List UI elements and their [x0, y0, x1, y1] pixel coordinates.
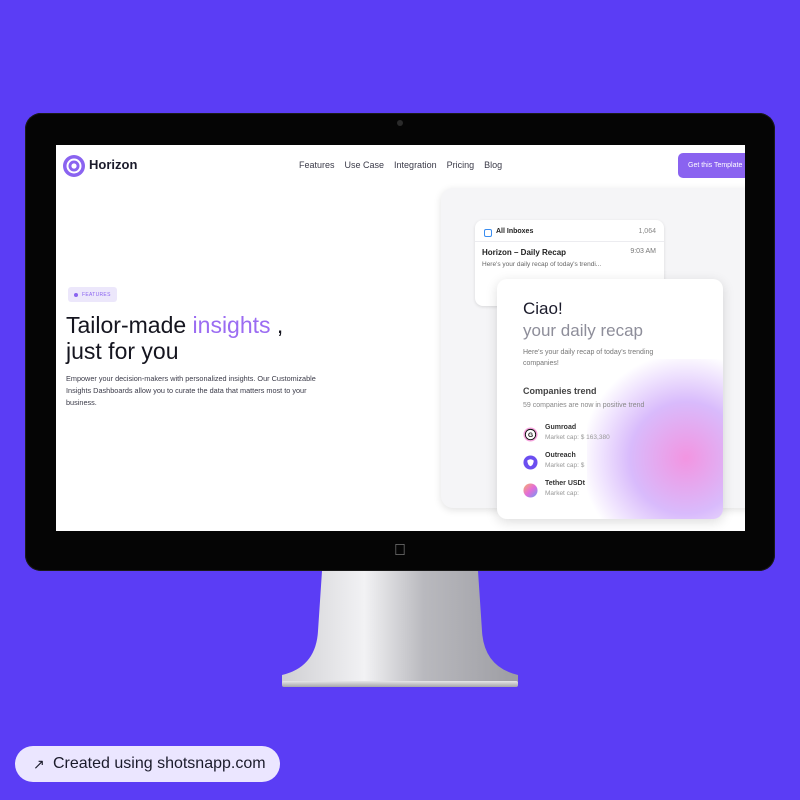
tether-logo-icon	[523, 483, 538, 498]
camera-dot	[397, 120, 403, 126]
brand-name[interactable]: Horizon	[89, 157, 137, 172]
inbox-icon	[484, 229, 492, 237]
mail-preview: Here's your daily recap of today's trend…	[482, 261, 602, 268]
inbox-count: 1,064	[638, 228, 656, 235]
trend-subtitle: 59 companies are now in positive trend	[523, 402, 645, 409]
company-name: Tether USDt	[545, 480, 585, 487]
mail-time: 9:03 AM	[630, 248, 656, 255]
top-nav: Horizon Features Use Case Integration Pr…	[56, 145, 745, 187]
company-item-outreach: Outreach Market cap: $	[523, 452, 683, 472]
inbox-divider	[475, 241, 664, 242]
trend-title: Companies trend	[523, 386, 597, 396]
company-item-gumroad: G Gumroad Market cap: $ 163,380	[523, 424, 683, 444]
apple-logo-icon: 	[391, 542, 409, 560]
browser-screen: Horizon Features Use Case Integration Pr…	[56, 145, 745, 531]
company-name: Outreach	[545, 452, 576, 459]
nav-link-use-case[interactable]: Use Case	[345, 160, 385, 170]
get-template-button[interactable]: Get this Template	[678, 153, 745, 178]
horizon-logo-icon[interactable]	[62, 154, 86, 178]
inbox-label: All Inboxes	[496, 228, 534, 235]
company-name: Gumroad	[545, 424, 577, 431]
nav-link-integration[interactable]: Integration	[394, 160, 437, 170]
badge-label: FEATURES	[82, 291, 111, 298]
arrow-up-right-icon: ↗	[33, 755, 45, 772]
svg-text:G: G	[528, 432, 533, 439]
shotsnapp-credit-link[interactable]: ↗ Created using shotsnapp.com	[15, 746, 280, 782]
nav-links: Features Use Case Integration Pricing Bl…	[299, 160, 502, 170]
recap-description: Here's your daily recap of today's trend…	[523, 349, 654, 367]
company-market-cap: Market cap:	[545, 490, 579, 497]
headline-part1: Tailor-made	[66, 312, 193, 338]
features-badge: FEATURES	[68, 287, 117, 302]
mail-sender: Horizon – Daily Recap	[482, 248, 567, 257]
company-market-cap: Market cap: $ 163,380	[545, 434, 610, 441]
headline-accent: insights	[192, 312, 271, 338]
company-item-tether: Tether USDt Market cap:	[523, 480, 683, 500]
badge-dot-icon	[74, 292, 78, 297]
nav-link-pricing[interactable]: Pricing	[447, 160, 475, 170]
headline-part2: ,	[270, 312, 284, 338]
hero-description: Empower your decision-makers with person…	[66, 374, 316, 407]
gumroad-logo-icon: G	[523, 427, 538, 442]
headline-line2: just for you	[66, 338, 179, 364]
recap-greeting: Ciao!	[523, 299, 563, 318]
daily-recap-card: Ciao! your daily recap Here's your daily…	[497, 279, 723, 519]
outreach-logo-icon	[523, 455, 538, 470]
nav-link-features[interactable]: Features	[299, 160, 335, 170]
credit-text: Created using shotsnapp.com	[53, 755, 266, 772]
monitor-stand	[282, 571, 518, 687]
company-market-cap: Market cap: $	[545, 462, 585, 469]
recap-title: your daily recap	[523, 321, 644, 340]
hero-headline: Tailor-made insights , just for you	[66, 312, 283, 364]
nav-link-blog[interactable]: Blog	[484, 160, 502, 170]
